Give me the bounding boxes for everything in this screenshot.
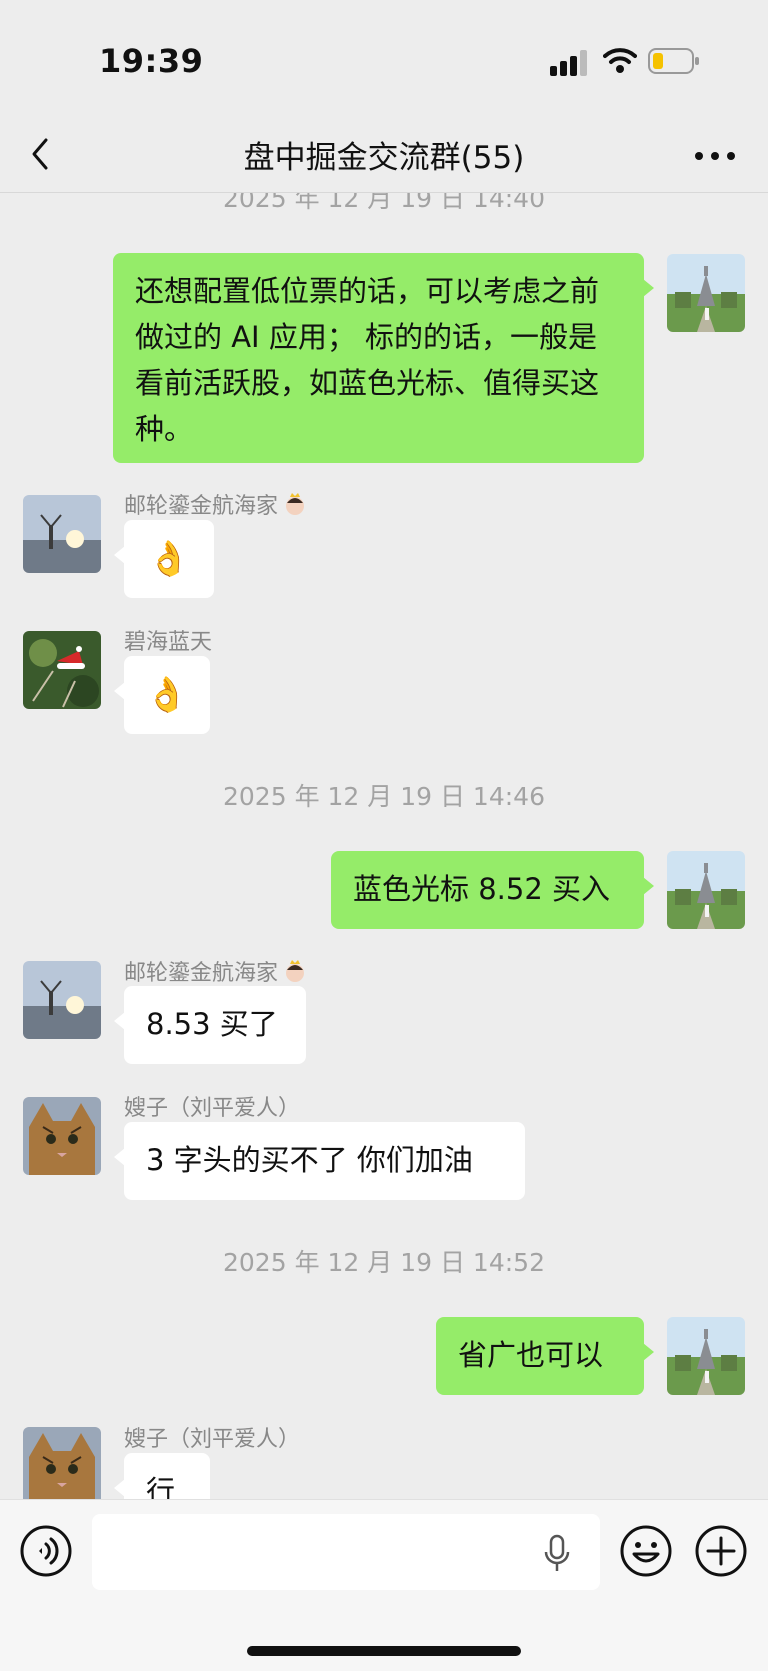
wifi-icon: [603, 48, 637, 73]
battery-low-icon: [648, 48, 699, 74]
sender-name: 嫂子（刘平爱人）: [124, 1427, 301, 1452]
timestamp: 2025 年 12 月 19 日 14:46: [223, 782, 545, 811]
message-bubble-incoming[interactable]: 3 字头的买不了 你们加油: [114, 1122, 525, 1200]
chat-title: 盘中掘金交流群(55): [243, 140, 525, 176]
voice-mode-icon[interactable]: [19, 1524, 73, 1578]
message-bubble-incoming[interactable]: 行: [114, 1453, 210, 1499]
input-bar: [0, 1499, 768, 1671]
sender-name: 邮轮鎏金航海家: [124, 955, 308, 990]
message-input[interactable]: [92, 1514, 600, 1590]
avatar-self[interactable]: [667, 1317, 745, 1395]
smiley-icon[interactable]: [619, 1524, 673, 1578]
princess-icon: [282, 491, 308, 523]
message-bubble-incoming[interactable]: 👌: [114, 656, 210, 734]
microphone-icon[interactable]: [542, 1534, 572, 1574]
sender-name: 碧海蓝天: [124, 630, 213, 655]
avatar-self[interactable]: [667, 254, 745, 332]
status-time: 19:39: [99, 42, 204, 80]
sender-name: 邮轮鎏金航海家: [124, 488, 308, 523]
message-bubble-outgoing[interactable]: 省广也可以: [436, 1317, 654, 1395]
sender-name: 嫂子（刘平爱人）: [124, 1096, 301, 1121]
message-bubble-outgoing[interactable]: 还想配置低位票的话，可以考虑之前做过的 AI 应用； 标的的话，一般是看前活跃股…: [113, 253, 654, 463]
message-bubble-outgoing[interactable]: 蓝色光标 8.52 买入: [331, 851, 654, 929]
message-bubble-incoming[interactable]: 8.53 买了: [114, 986, 306, 1064]
nav-bar: 盘中掘金交流群(55): [0, 120, 768, 193]
home-indicator[interactable]: [247, 1646, 521, 1656]
cellular-signal-icon: [550, 50, 587, 76]
plus-circle-icon[interactable]: [694, 1524, 748, 1578]
chat-message-list[interactable]: 2025 年 12 月 19 日 14:40 还想配置低位票的话，可以考虑之前做…: [0, 193, 768, 1499]
avatar-contact[interactable]: [23, 631, 101, 709]
avatar-contact[interactable]: [23, 961, 101, 1039]
ellipsis-icon[interactable]: [690, 138, 740, 174]
timestamp: 2025 年 12 月 19 日 14:40: [223, 193, 545, 213]
avatar-self[interactable]: [667, 851, 745, 929]
status-bar: 19:39: [0, 0, 768, 120]
avatar-contact[interactable]: [23, 1427, 101, 1499]
avatar-contact[interactable]: [23, 495, 101, 573]
avatar-contact[interactable]: [23, 1097, 101, 1175]
timestamp: 2025 年 12 月 19 日 14:52: [223, 1248, 545, 1277]
message-bubble-incoming[interactable]: 👌: [114, 520, 214, 598]
